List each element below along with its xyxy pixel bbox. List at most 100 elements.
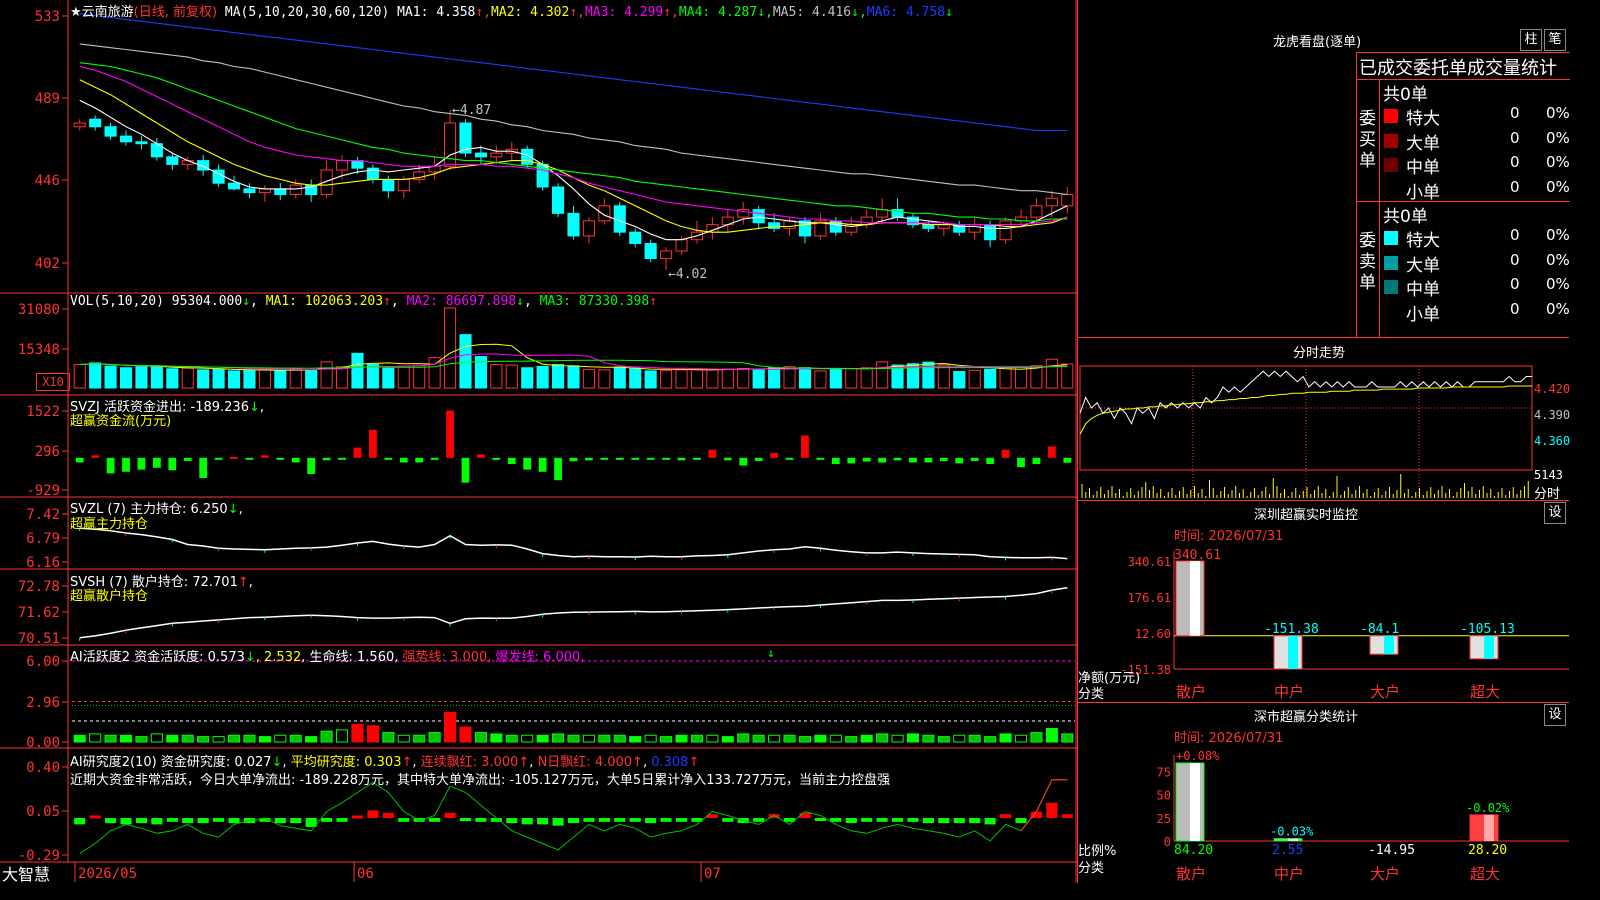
research-bar: [182, 818, 194, 824]
fund-flow-bar: [399, 457, 408, 463]
brand-logo[interactable]: 大智慧: [2, 861, 50, 885]
monitor-bar-highlight: [1288, 635, 1298, 669]
order-percent: 0%: [1546, 275, 1570, 293]
candle-body: [227, 182, 241, 190]
order-percent: 0%: [1546, 226, 1570, 244]
activity-bar: [860, 734, 873, 743]
x-axis-label: 07: [704, 866, 721, 882]
activity-bar: [1045, 728, 1058, 743]
activity-bar: [366, 725, 379, 743]
classify-bar-highlight: [1484, 814, 1494, 841]
ai-research-last: 0.308: [651, 755, 689, 770]
fund-flow-bar: [152, 457, 161, 468]
volume-bar: [413, 365, 426, 389]
candle-body: [660, 250, 673, 260]
candle-body: [443, 122, 457, 167]
research-bar: [1000, 814, 1012, 819]
ma-item-arrow: ↑,: [663, 5, 679, 20]
activity-bar: [505, 734, 518, 743]
order-color-swatch: [1384, 255, 1398, 270]
activity-bar: [521, 734, 534, 743]
chart-mode[interactable]: (日线, 前复权): [134, 5, 217, 20]
activity-bar: [490, 733, 503, 743]
ai-active-y-tick: 6.00: [26, 654, 60, 670]
research-line-red: [1020, 779, 1068, 832]
fund-flow-bar: [600, 457, 609, 460]
stock-title[interactable]: ★云南旅游: [70, 5, 134, 20]
order-type-label: 特大: [1406, 231, 1440, 251]
volume-bar: [382, 367, 395, 389]
research-bar: [552, 818, 564, 826]
order-type-label: 特大: [1406, 109, 1440, 129]
kline-chart-area[interactable]: 533 489 446 402 ←4.87 ←4.02 31080 15348 1522 296 -…: [0, 0, 1077, 885]
activity-bar: [351, 723, 364, 743]
ai-research-note: 近期大资金非常活跃，今日大单净流出: -189.228万元，其中特大单净流出: …: [70, 773, 890, 788]
classify-y-tick: 75: [1157, 766, 1171, 780]
activity-bar: [999, 733, 1012, 743]
volume-bar: [104, 365, 117, 389]
intraday-panel[interactable]: 分时走势 4.420 4.390 4.360 5143 分时: [1077, 337, 1570, 502]
intraday-chart[interactable]: [1078, 338, 1569, 501]
fund-flow-bar: [75, 457, 84, 463]
research-bar: [675, 818, 688, 822]
classify-panel: 深市超赢分类统计 设 时间: 2026/07/31 75 50 25 0 +0.08% 8…: [1077, 702, 1569, 883]
fund-flow-bar: [554, 457, 562, 481]
monitor-bar-highlight: [1190, 561, 1200, 636]
volume-bar: [505, 364, 518, 389]
research-bar: [197, 818, 209, 824]
candle-body: [582, 220, 595, 237]
fund-flow-bar: [523, 457, 532, 470]
fund-flow-bar: [878, 457, 887, 463]
vol-unit-box[interactable]: X10: [36, 373, 70, 391]
fund-flow-bar: [230, 456, 238, 459]
indicator-panels-svg[interactable]: 533 489 446 402 ←4.87 ←4.02 31080 15348 1522 296 -…: [0, 0, 1077, 882]
bar-mode-button[interactable]: 柱: [1520, 29, 1542, 51]
fund-flow-bar: [646, 457, 655, 460]
research-bar: [120, 818, 132, 825]
monitor-y-tick: 176.61: [1128, 591, 1171, 605]
research-bar: [891, 818, 904, 822]
fund-flow-bar: [276, 457, 285, 460]
order-color-swatch: [1384, 133, 1398, 148]
classify-category-label: 散户: [1176, 865, 1206, 883]
order-type-label: 大单: [1406, 133, 1440, 154]
order-percent: 0%: [1546, 153, 1570, 171]
research-bar: [105, 818, 117, 824]
order-percent: 0%: [1546, 299, 1570, 318]
activity-bar: [629, 736, 642, 743]
svzj-arrow: ↓: [248, 400, 260, 415]
ai-active-strong: 强势线: 3.000,: [402, 650, 492, 665]
activity-bar: [737, 733, 750, 743]
monitor-bar-label: -84.1: [1360, 622, 1399, 637]
fund-flow-bar: [415, 457, 424, 463]
fund-flow-bar: [477, 454, 485, 458]
research-bar: [629, 818, 641, 822]
ai-research-arrow: ↓: [271, 755, 283, 770]
candle-body: [104, 126, 117, 137]
research-bar: [922, 818, 934, 824]
research-bar: [89, 815, 101, 819]
volume-bar: [629, 367, 642, 389]
activity-bar: [752, 734, 765, 743]
tick-mode-button[interactable]: 笔: [1544, 29, 1566, 51]
volume-bar: [150, 366, 163, 389]
order-stat-box: 已成交委托单成交量统计 委买单 委卖单 共0单 共0单 特大 0 0% 大单 0 0% 中单…: [1356, 52, 1570, 338]
research-bar: [614, 818, 626, 822]
ma-item-arrow: ↓: [945, 5, 953, 20]
volume-bar: [783, 366, 796, 389]
fund-flow-bar: [693, 457, 701, 460]
order-count: 0: [1510, 128, 1520, 147]
research-bar: [969, 818, 981, 824]
ai-research-y-tick: 0.40: [26, 760, 60, 776]
ma-item-arrow: ↑,: [569, 5, 585, 20]
fund-flow-bar: [816, 457, 825, 460]
research-bar: [845, 818, 857, 824]
x-axis-label: 2026/05: [78, 866, 137, 882]
vol-y-tick: 31080: [18, 302, 60, 318]
volume-bar: [1061, 363, 1074, 389]
svsh-y-tick: 72.78: [18, 579, 60, 595]
ma-item-2: MA2: 4.302: [491, 5, 570, 20]
intraday-price-line: [1079, 370, 1532, 425]
candle-body: [1061, 194, 1074, 207]
volume-bar: [443, 307, 457, 389]
